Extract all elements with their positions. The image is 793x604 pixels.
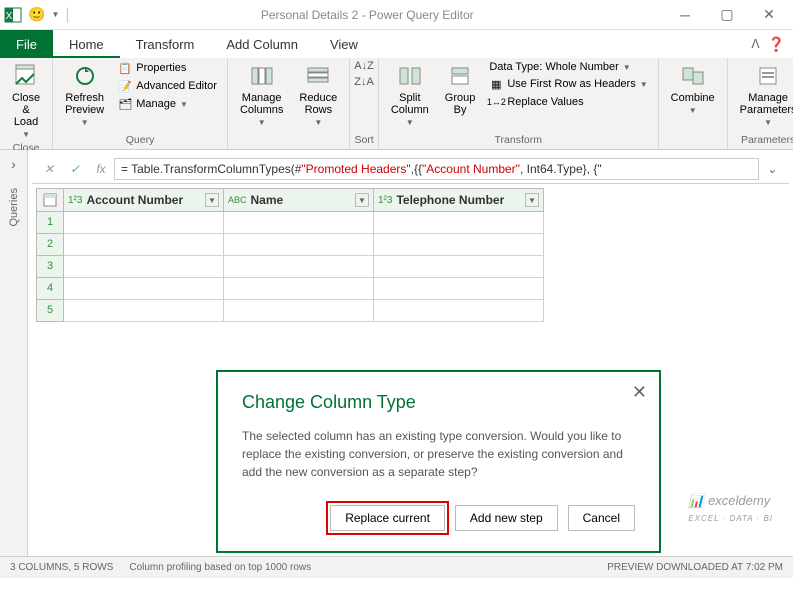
fx-enter-icon[interactable]: ✓ <box>62 158 88 180</box>
title-bar: X 🙂 ▼ | Personal Details 2 - Power Query… <box>0 0 793 30</box>
dialog-title: Change Column Type <box>242 392 635 413</box>
dialog-close-icon[interactable]: ✕ <box>632 382 647 403</box>
window-controls: ─ ▢ ✕ <box>665 2 789 28</box>
window-title: Personal Details 2 - Power Query Editor <box>70 8 665 22</box>
filter-icon[interactable]: ▼ <box>525 193 539 207</box>
replace-values-button[interactable]: 1↔2Replace Values <box>487 94 649 110</box>
quick-access-toolbar: X 🙂 ▼ | <box>4 6 70 24</box>
maximize-button[interactable]: ▢ <box>707 2 747 28</box>
col-header-name[interactable]: ABCName▼ <box>224 188 374 212</box>
ribbon: Close & Load ▼ Close Refresh Preview ▼ 📋… <box>0 58 793 150</box>
combine-group: Combine ▼ <box>659 58 728 149</box>
fx-cancel-icon[interactable]: ✕ <box>36 158 62 180</box>
fx-icon[interactable]: fx <box>88 158 114 180</box>
status-columns: 3 COLUMNS, 5 ROWS <box>10 562 113 573</box>
expand-sidebar-icon[interactable]: › <box>5 150 22 178</box>
refresh-preview-button[interactable]: Refresh Preview ▼ <box>61 60 108 129</box>
view-tab[interactable]: View <box>314 30 374 58</box>
qat-dropdown-icon[interactable]: ▼ <box>51 10 59 19</box>
manage-columns-button[interactable]: Manage Columns ▼ <box>236 60 287 129</box>
first-row-headers-button[interactable]: ▦Use First Row as Headers ▼ <box>487 76 649 92</box>
sort-group: A↓Z Z↓A Sort <box>350 58 379 149</box>
table-row: 5 <box>36 300 785 322</box>
svg-text:X: X <box>6 11 13 22</box>
minimize-button[interactable]: ─ <box>665 2 705 28</box>
table-row: 1 <box>36 212 785 234</box>
data-type-selector[interactable]: Data Type: Whole Number ▼ <box>487 60 649 74</box>
replace-current-button[interactable]: Replace current <box>330 505 445 531</box>
columns-group: Manage Columns ▼ Reduce Rows ▼ <box>228 58 350 149</box>
add-new-step-button[interactable]: Add new step <box>455 505 558 531</box>
watermark: 📊 exceldemyEXCEL · DATA · BI <box>688 493 773 524</box>
properties-button[interactable]: 📋Properties <box>116 60 219 76</box>
reduce-rows-button[interactable]: Reduce Rows ▼ <box>295 60 341 129</box>
status-profiling: Column profiling based on top 1000 rows <box>129 562 311 573</box>
group-by-button[interactable]: Group By <box>441 60 480 118</box>
manage-button[interactable]: 🗂Manage ▼ <box>116 96 219 112</box>
split-column-button[interactable]: Split Column ▼ <box>387 60 433 129</box>
menu-right: ᐱ ❓ <box>751 36 793 53</box>
table-row: 2 <box>36 234 785 256</box>
smiley-icon[interactable]: 🙂 <box>28 6 45 23</box>
close-load-button[interactable]: Close & Load ▼ <box>8 60 44 141</box>
sort-asc-button[interactable]: A↓Z <box>354 60 374 72</box>
dropdown-icon: ▼ <box>81 118 89 127</box>
add-column-tab[interactable]: Add Column <box>210 30 314 58</box>
filter-icon[interactable]: ▼ <box>205 193 219 207</box>
close-group: Close & Load ▼ Close <box>0 58 53 149</box>
dialog-buttons: Replace current Add new step Cancel <box>242 505 635 531</box>
advanced-editor-button[interactable]: 📝Advanced Editor <box>116 78 219 94</box>
excel-icon: X <box>4 6 22 24</box>
dropdown-icon: ▼ <box>22 130 30 139</box>
table-row: 4 <box>36 278 785 300</box>
formula-bar: ✕ ✓ fx = Table.TransformColumnTypes(#"Pr… <box>32 154 789 184</box>
formula-input[interactable]: = Table.TransformColumnTypes(#"Promoted … <box>114 158 759 180</box>
status-preview: PREVIEW DOWNLOADED AT 7:02 PM <box>607 562 783 573</box>
manage-parameters-button[interactable]: Manage Parameters ▼ <box>736 60 793 129</box>
queries-label[interactable]: Queries <box>8 188 20 227</box>
grid-area: ✕ ✓ fx = Table.TransformColumnTypes(#"Pr… <box>28 150 793 556</box>
change-column-type-dialog: ✕ Change Column Type The selected column… <box>216 370 661 553</box>
sort-desc-button[interactable]: Z↓A <box>354 76 374 88</box>
cancel-button[interactable]: Cancel <box>568 505 635 531</box>
table-row: 3 <box>36 256 785 278</box>
col-header-telephone[interactable]: 1²3Telephone Number▼ <box>374 188 544 212</box>
filter-icon[interactable]: ▼ <box>355 193 369 207</box>
col-header-account[interactable]: 1²3Account Number▼ <box>64 188 224 212</box>
home-tab[interactable]: Home <box>53 30 120 58</box>
status-bar: 3 COLUMNS, 5 ROWS Column profiling based… <box>0 556 793 578</box>
queries-sidebar: › Queries <box>0 150 28 556</box>
transform-tab[interactable]: Transform <box>120 30 211 58</box>
transform-group: Split Column ▼ Group By Data Type: Whole… <box>379 58 659 149</box>
combine-button[interactable]: Combine ▼ <box>667 60 719 117</box>
grid-corner[interactable] <box>36 188 64 212</box>
menu-bar: File Home Transform Add Column View ᐱ ❓ <box>0 30 793 58</box>
collapse-ribbon-icon[interactable]: ᐱ <box>751 37 759 51</box>
query-group: Refresh Preview ▼ 📋Properties 📝Advanced … <box>53 58 228 149</box>
fx-dropdown-icon[interactable]: ⌄ <box>759 158 785 180</box>
grid-header-row: 1²3Account Number▼ ABCName▼ 1²3Telephone… <box>36 188 785 212</box>
close-window-button[interactable]: ✕ <box>749 2 789 28</box>
workspace: › Queries ✕ ✓ fx = Table.TransformColumn… <box>0 150 793 556</box>
dialog-body: The selected column has an existing type… <box>242 427 635 481</box>
file-tab[interactable]: File <box>0 30 53 58</box>
help-icon[interactable]: ❓ <box>768 36 785 53</box>
parameters-group: Manage Parameters ▼ Parameters <box>728 58 793 149</box>
